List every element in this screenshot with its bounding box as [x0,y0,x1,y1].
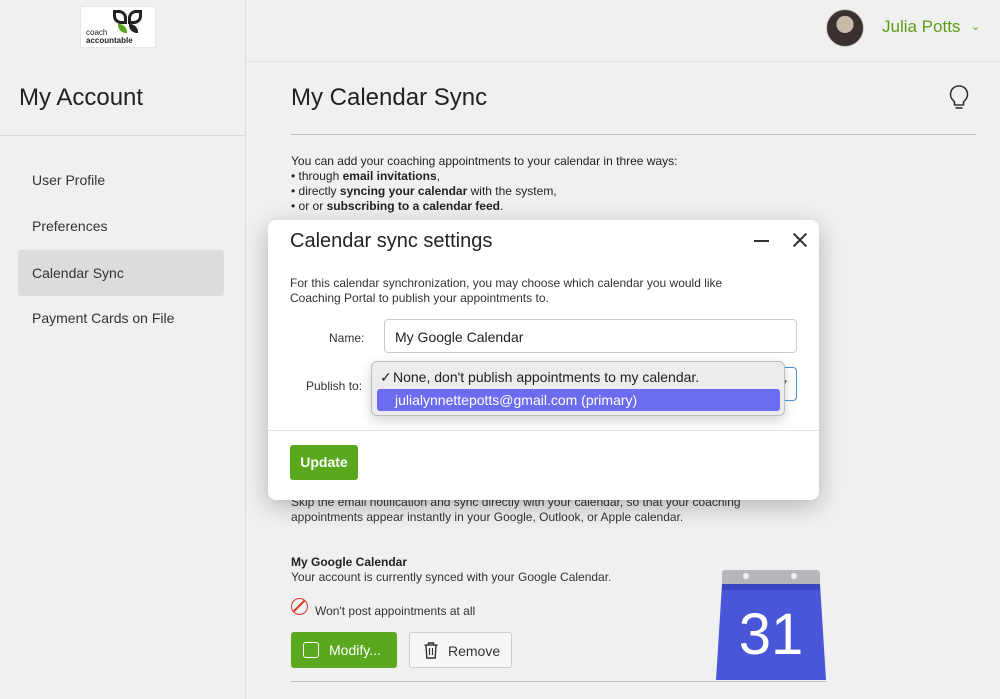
header-divider [246,61,1000,62]
list-item: directly syncing your calendar with the … [291,184,811,199]
calendar-sync-settings-modal: Calendar sync settings For this calendar… [268,220,819,500]
logo-leaf-icon [118,24,127,33]
avatar[interactable] [826,9,864,47]
name-field[interactable]: My Google Calendar [384,319,797,353]
close-icon[interactable] [790,230,810,250]
sidebar-item-preferences[interactable]: Preferences [18,203,224,249]
logo-text-accountable: accountable [86,36,133,45]
minimize-icon[interactable] [754,240,769,242]
lightbulb-icon[interactable] [948,84,970,112]
gcal-day-number: 31 [739,602,804,667]
list-item: or or subscribing to a calendar feed. [291,199,811,214]
checkmark-icon: ✓ [380,369,392,385]
section-divider [291,681,826,682]
title-divider [291,134,976,135]
chevron-down-icon[interactable]: ⌄ [971,20,980,33]
remove-button[interactable]: Remove [409,632,512,668]
modal-title: Calendar sync settings [290,230,493,252]
trash-icon [424,642,438,659]
edit-icon [303,642,319,658]
ways-list: through email invitations, directly sync… [291,169,811,214]
user-menu-name[interactable]: Julia Potts [882,17,960,37]
logo-leaf-icon [129,24,138,33]
sidebar: coach accountable My Account User Profil… [0,0,246,699]
name-label: Name: [329,331,365,345]
logo-leaf-icon [113,10,127,24]
option-label: julialynnettepotts@gmail.com (primary) [395,392,638,408]
coach-accountable-logo[interactable]: coach accountable [80,6,156,48]
no-entry-icon [291,598,308,615]
option-label: None, don't publish appointments to my c… [393,369,700,385]
sidebar-item-payment-cards[interactable]: Payment Cards on File [18,295,224,341]
modify-button[interactable]: Modify... [291,632,397,668]
logo-leaf-icon [128,10,142,24]
modify-button-label: Modify... [329,642,381,658]
page-title: My Calendar Sync [291,84,488,111]
post-status-text: Won't post appointments at all [315,604,476,618]
sidebar-item-user-profile[interactable]: User Profile [18,157,224,203]
sidebar-item-calendar-sync[interactable]: Calendar Sync [18,250,224,296]
calendar-name: My Google Calendar [291,555,408,569]
dropdown-option-gmail[interactable]: julialynnettepotts@gmail.com (primary) [377,389,780,411]
dropdown-option-none[interactable]: ✓None, don't publish appointments to my … [377,366,780,388]
update-button[interactable]: Update [290,445,358,480]
sidebar-divider [0,135,246,136]
publish-to-label: Publish to: [306,379,363,393]
sidebar-title: My Account [19,84,144,111]
list-item: through email invitations, [291,169,811,184]
modal-description: For this calendar synchronization, you m… [290,276,723,305]
google-calendar-icon: 31 [716,570,826,680]
publish-to-dropdown: ✓None, don't publish appointments to my … [371,361,785,416]
modal-divider [268,430,819,431]
calendar-status: Your account is currently synced with yo… [291,570,612,584]
intro-line: You can add your coaching appointments t… [291,154,678,168]
intro-text: You can add your coaching appointments t… [291,154,811,214]
remove-button-label: Remove [448,643,501,659]
